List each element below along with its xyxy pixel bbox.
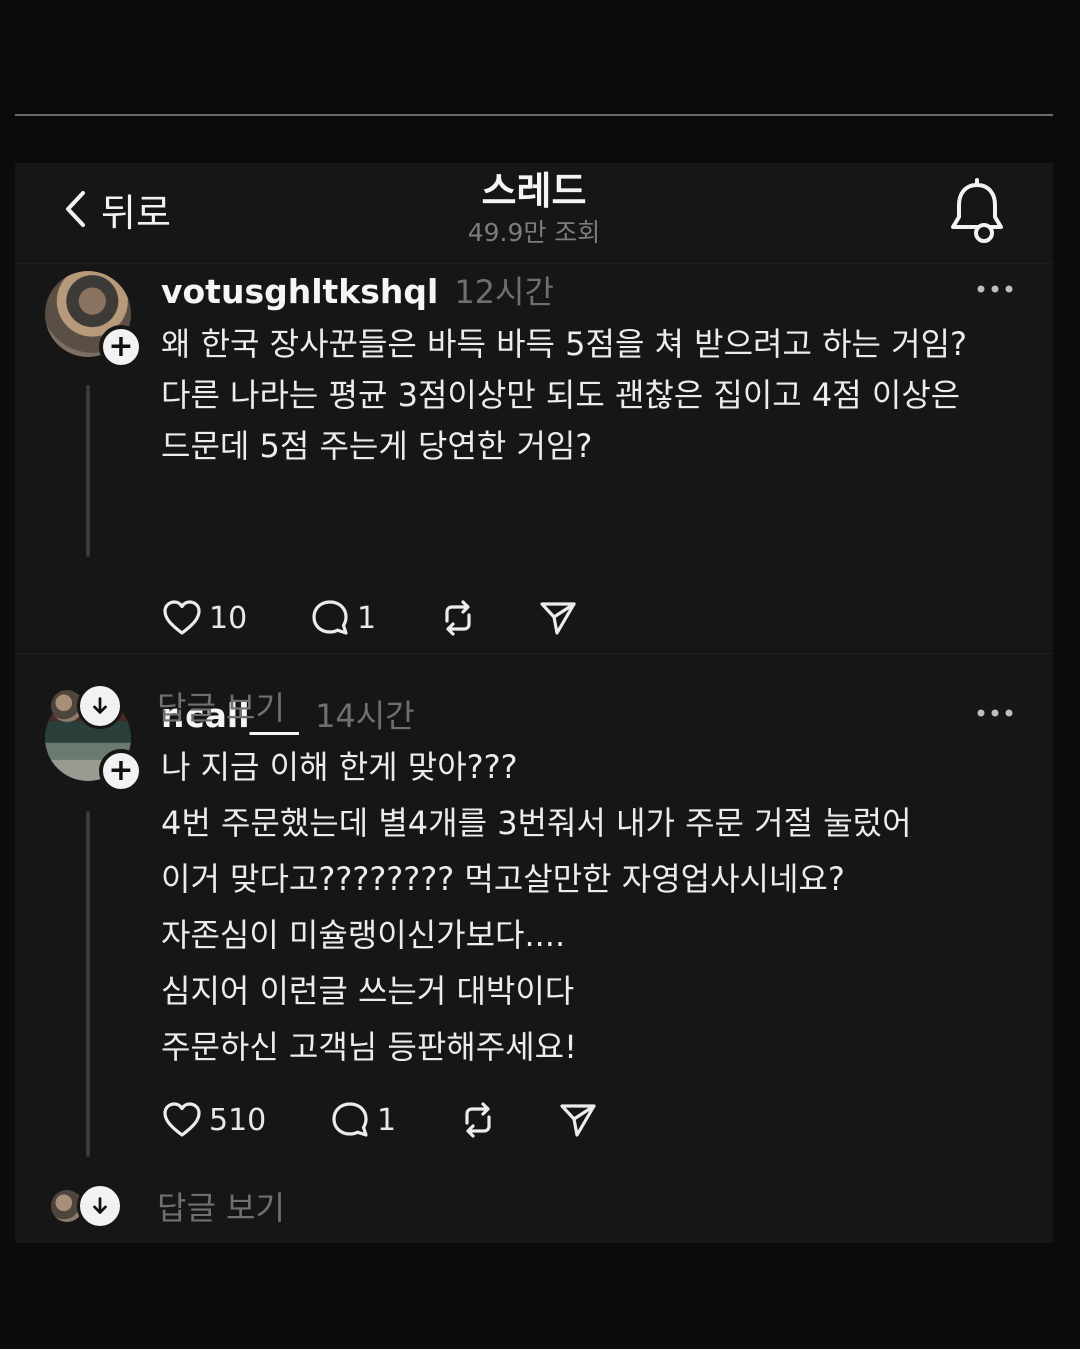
send-icon <box>540 602 576 635</box>
like-button[interactable]: 10 <box>161 597 309 639</box>
post-text-line: 왜 한국 장사꾼들은 바득 바득 5점을 쳐 받으려고 하는 거임? <box>161 325 968 363</box>
post-actions: 10 1 <box>161 595 579 641</box>
post-body: 왜 한국 장사꾼들은 바득 바득 5점을 쳐 받으려고 하는 거임? 다른 나라… <box>161 319 967 472</box>
comment-icon <box>312 600 348 635</box>
send-icon <box>560 1104 596 1137</box>
repost-button[interactable] <box>457 1099 557 1141</box>
follow-button[interactable]: + <box>99 325 143 369</box>
post-text-line: 이거 맞다고???????? 먹고살만한 자영업사시네요? <box>161 860 845 898</box>
top-divider <box>15 114 1053 116</box>
repost-icon <box>465 1102 491 1138</box>
plus-icon: + <box>108 329 134 364</box>
more-horizontal-icon <box>977 709 1013 717</box>
share-button[interactable] <box>537 597 579 639</box>
follow-button[interactable]: + <box>99 749 143 793</box>
view-replies-link[interactable]: 답글 보기 <box>157 1183 285 1229</box>
more-options-button[interactable] <box>975 703 1015 723</box>
expand-replies-button[interactable] <box>77 1183 123 1229</box>
username[interactable]: votusghltkshql <box>161 272 438 311</box>
post-text-line: 드문데 5점 주는게 당연한 거임? <box>161 427 593 465</box>
reply-button[interactable]: 1 <box>329 1099 457 1141</box>
post-text-line: 자존심이 미슐랭이신가보다.... <box>161 916 566 954</box>
post-text-line: 주문하신 고객님 등판해주세요! <box>161 1028 577 1066</box>
reply-count: 1 <box>377 1102 397 1138</box>
thread-screen: 뒤로 스레드 49.9만 조회 + votusghltkshql 12시간 왜 … <box>15 163 1053 1243</box>
post-meta: votusghltkshql 12시간 <box>161 267 554 313</box>
more-horizontal-icon <box>977 285 1013 293</box>
like-button[interactable]: 510 <box>161 1099 329 1141</box>
thread-connector-line <box>86 811 90 1157</box>
post-time: 14시간 <box>315 697 415 735</box>
like-count: 10 <box>209 600 248 636</box>
post-body: 나 지금 이해 한게 맞아??? 4번 주문했는데 별4개를 3번줘서 내가 주… <box>161 739 912 1075</box>
view-replies-row[interactable]: 답글 보기 <box>51 1181 285 1231</box>
thread-connector-line <box>86 385 90 557</box>
post-text-line: 나 지금 이해 한게 맞아??? <box>161 748 518 786</box>
post-text-line: 4번 주문했는데 별4개를 3번줘서 내가 주문 거절 눌렀어 <box>161 804 912 842</box>
more-options-button[interactable] <box>975 279 1015 299</box>
reply-count: 1 <box>357 600 377 636</box>
expand-replies-button[interactable] <box>77 683 123 729</box>
view-replies-row[interactable]: 답글 보기 <box>51 681 285 731</box>
share-button[interactable] <box>557 1099 599 1141</box>
repost-button[interactable] <box>437 597 537 639</box>
arrow-down-icon <box>93 697 107 714</box>
thread-post: + votusghltkshql 12시간 왜 한국 장사꾼들은 바득 바득 5… <box>15 263 1053 729</box>
post-text-line: 심지어 이런글 쓰는거 대박이다 <box>161 972 575 1010</box>
comment-icon <box>332 1102 368 1137</box>
plus-icon: + <box>108 753 134 788</box>
post-time: 12시간 <box>454 273 554 311</box>
like-count: 510 <box>209 1102 267 1138</box>
reply-button[interactable]: 1 <box>309 597 437 639</box>
heart-icon <box>163 600 201 635</box>
post-text-line: 다른 나라는 평균 3점이상만 되도 괜찮은 집이고 4점 이상은 <box>161 376 961 414</box>
view-replies-link[interactable]: 답글 보기 <box>157 683 285 729</box>
post-actions: 510 1 <box>161 1097 599 1143</box>
arrow-down-icon <box>93 1197 107 1214</box>
heart-icon <box>163 1102 201 1137</box>
repost-icon <box>445 600 471 636</box>
